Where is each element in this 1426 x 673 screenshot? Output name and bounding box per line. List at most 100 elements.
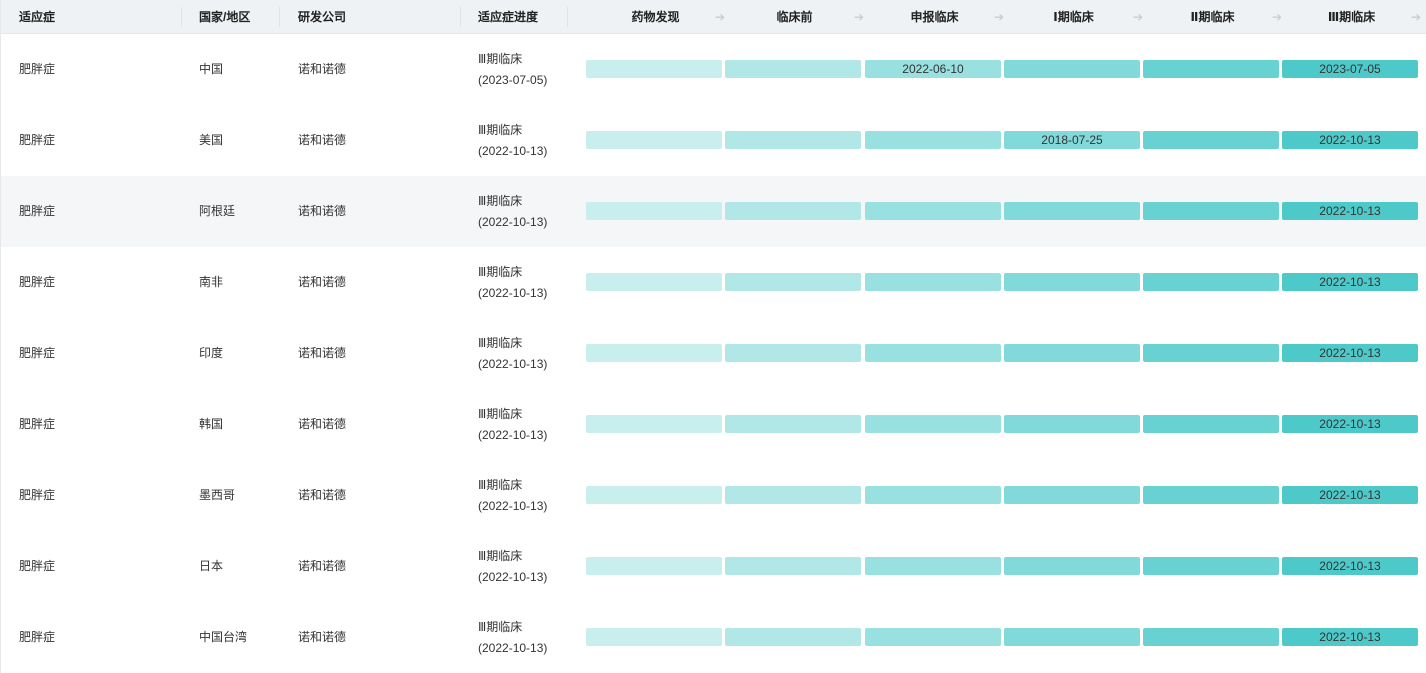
indication-cell: 肥胖症 (19, 488, 56, 502)
stage-bar: 2022-10-13 (1282, 344, 1418, 362)
table-row[interactable]: 肥胖症 墨西哥 诺和诺德 Ⅲ期临床 (2022-10-13) 2022-10-13 (1, 460, 1426, 531)
column-divider (279, 7, 280, 27)
stage-bar: 2022-10-13 (1282, 131, 1418, 149)
stage-bar (1143, 273, 1279, 291)
table-row[interactable]: 肥胖症 南非 诺和诺德 Ⅲ期临床 (2022-10-13) 2022-10-13 (1, 247, 1426, 318)
country-cell: 韩国 (199, 417, 224, 431)
stage-bar: 2022-10-13 (1282, 415, 1418, 433)
header-stage: 药物发现 ➔ (586, 0, 725, 34)
stage-bar (1143, 628, 1279, 646)
progress-cell: Ⅲ期临床 (2022-10-13) (478, 333, 547, 375)
progress-cell: Ⅲ期临床 (2022-10-13) (478, 404, 547, 446)
progress-cell: Ⅲ期临床 (2022-10-13) (478, 546, 547, 588)
stage-bar (865, 415, 1001, 433)
stage-label: 申报临床 (910, 10, 959, 24)
stage-bar (725, 60, 861, 78)
stage-bar (1143, 486, 1279, 504)
country-cell: 中国台湾 (199, 630, 248, 644)
stage-bar (865, 557, 1001, 575)
header-stage: Ⅱ期临床 ➔ (1143, 0, 1282, 34)
stage-bar (1143, 415, 1279, 433)
indication-cell: 肥胖症 (19, 346, 56, 360)
country-cell: 中国 (199, 62, 224, 76)
stage-label: 临床前 (776, 10, 813, 24)
company-cell: 诺和诺德 (298, 630, 347, 644)
table-row[interactable]: 肥胖症 中国 诺和诺德 Ⅲ期临床 (2023-07-05) 2022-06-10 20… (1, 34, 1426, 105)
indication-cell: 肥胖症 (19, 630, 56, 644)
progress-date: (2022-10-13) (478, 357, 548, 371)
indication-cell: 肥胖症 (19, 133, 56, 147)
progress-cell: Ⅲ期临床 (2022-10-13) (478, 191, 547, 233)
table-row[interactable]: 肥胖症 阿根廷 诺和诺德 Ⅲ期临床 (2022-10-13) 2022-10-13 (1, 176, 1426, 247)
stage-bar (1143, 344, 1279, 362)
table-row[interactable]: 肥胖症 日本 诺和诺德 Ⅲ期临床 (2022-10-13) 2022-10-13 (1, 531, 1426, 602)
column-divider (567, 7, 568, 27)
stage-bar: 2022-10-13 (1282, 202, 1418, 220)
header-progress: 适应症进度 (478, 10, 539, 24)
stage-bar (865, 628, 1001, 646)
country-cell: 美国 (199, 133, 224, 147)
stage-bar (586, 628, 722, 646)
stage-bar (1004, 415, 1140, 433)
stage-bar (1004, 60, 1140, 78)
stage-label: Ⅲ期临床 (1327, 10, 1376, 24)
indication-cell: 肥胖症 (19, 559, 56, 573)
header-indication: 适应症 (19, 10, 56, 24)
stage-bar (1004, 202, 1140, 220)
progress-date: (2022-10-13) (478, 215, 548, 229)
company-cell: 诺和诺德 (298, 346, 347, 360)
stage-bar (725, 557, 861, 575)
progress-stage: Ⅲ期临床 (478, 407, 523, 421)
country-cell: 日本 (199, 559, 224, 573)
stage-bar (725, 628, 861, 646)
stage-bar: 2022-06-10 (865, 60, 1001, 78)
stage-bar (586, 486, 722, 504)
indication-cell: 肥胖症 (19, 417, 56, 431)
stage-bar: 2022-10-13 (1282, 557, 1418, 575)
stage-bar (865, 486, 1001, 504)
table-row[interactable]: 肥胖症 美国 诺和诺德 Ⅲ期临床 (2022-10-13) 2018-07-25 20… (1, 105, 1426, 176)
stage-bar (586, 415, 722, 433)
progress-stage: Ⅲ期临床 (478, 194, 523, 208)
company-cell: 诺和诺德 (298, 62, 347, 76)
stage-bar: 2022-10-13 (1282, 628, 1418, 646)
stage-bar: 2022-10-13 (1282, 273, 1418, 291)
table-row[interactable]: 肥胖症 中国台湾 诺和诺德 Ⅲ期临床 (2022-10-13) 2022-10-13 (1, 602, 1426, 673)
header-stage: Ⅰ期临床 ➔ (1004, 0, 1143, 34)
progress-date: (2022-10-13) (478, 641, 548, 655)
stage-label: Ⅰ期临床 (1053, 10, 1094, 24)
stage-bar: 2018-07-25 (1004, 131, 1140, 149)
header-stage: 申报临床 ➔ (865, 0, 1004, 34)
stage-bar (725, 486, 861, 504)
stage-bar (1004, 273, 1140, 291)
stage-bar (725, 415, 861, 433)
chevron-right-icon: ➔ (853, 10, 864, 24)
progress-stage: Ⅲ期临床 (478, 336, 523, 350)
table-row[interactable]: 肥胖症 韩国 诺和诺德 Ⅲ期临床 (2022-10-13) 2022-10-13 (1, 389, 1426, 460)
company-cell: 诺和诺德 (298, 559, 347, 573)
stage-bar (725, 344, 861, 362)
stage-bar (586, 557, 722, 575)
table-row[interactable]: 肥胖症 印度 诺和诺德 Ⅲ期临床 (2022-10-13) 2022-10-13 (1, 318, 1426, 389)
company-cell: 诺和诺德 (298, 488, 347, 502)
indication-cell: 肥胖症 (19, 275, 56, 289)
progress-date: (2022-10-13) (478, 570, 548, 584)
stage-bar (725, 131, 861, 149)
stage-bar (725, 202, 861, 220)
stage-bar (1143, 557, 1279, 575)
progress-date: (2023-07-05) (478, 73, 548, 87)
stage-label: 药物发现 (631, 10, 680, 24)
company-cell: 诺和诺德 (298, 133, 347, 147)
stage-bar (1004, 557, 1140, 575)
stage-bar (1004, 344, 1140, 362)
stage-bar (865, 273, 1001, 291)
header-stage: 临床前 ➔ (725, 0, 864, 34)
progress-stage: Ⅲ期临床 (478, 549, 523, 563)
progress-stage: Ⅲ期临床 (478, 52, 523, 66)
stage-bar (586, 202, 722, 220)
column-divider (460, 7, 461, 27)
company-cell: 诺和诺德 (298, 275, 347, 289)
country-cell: 阿根廷 (199, 204, 236, 218)
stage-bar: 2022-10-13 (1282, 486, 1418, 504)
stage-bar (865, 131, 1001, 149)
